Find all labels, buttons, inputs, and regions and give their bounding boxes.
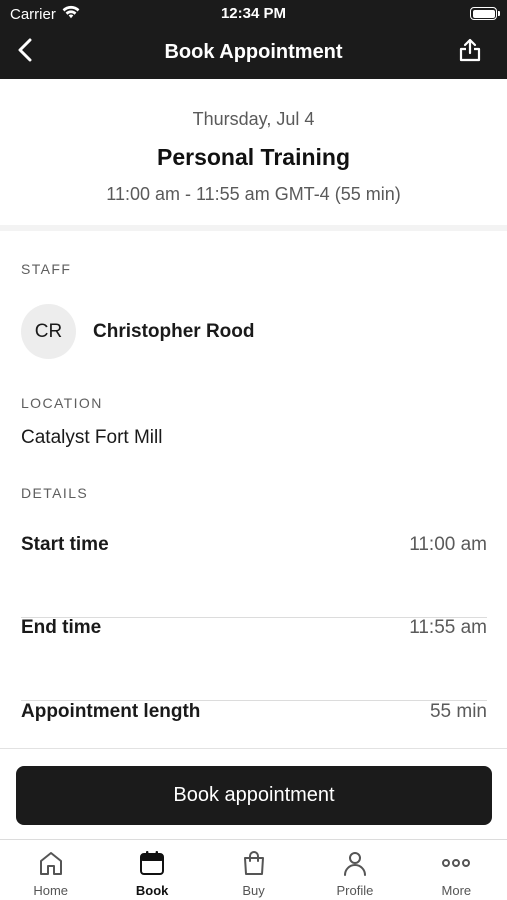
tab-label: Profile <box>336 883 374 898</box>
section-divider <box>0 225 507 231</box>
person-icon <box>340 848 370 878</box>
staff-section-label: STAFF <box>21 261 72 277</box>
detail-row-end-time: End time 11:55 am <box>21 617 487 701</box>
shopping-bag-icon <box>239 848 269 878</box>
more-dots-icon <box>441 848 471 878</box>
home-icon <box>36 848 66 878</box>
detail-label: Appointment length <box>21 701 201 722</box>
tab-book[interactable]: Book <box>101 840 202 900</box>
appointment-time-range: 11:00 am - 11:55 am GMT-4 (55 min) <box>106 184 401 204</box>
tab-profile[interactable]: Profile <box>304 840 405 900</box>
battery-icon <box>470 7 500 20</box>
tab-label: Book <box>135 883 169 898</box>
top-bar: Carrier 12:34 PM Book Appointment <box>0 0 507 79</box>
detail-label: End time <box>21 617 102 638</box>
calendar-icon <box>137 848 167 878</box>
share-button[interactable] <box>457 38 483 66</box>
details-section-label: DETAILS <box>21 485 89 501</box>
appointment-date: Thursday, Jul 4 <box>192 109 315 129</box>
book-appointment-button[interactable]: Book appointment <box>16 766 492 825</box>
tab-label: Buy <box>242 883 265 898</box>
location-section-label: LOCATION <box>21 395 103 411</box>
detail-value: 11:00 am <box>409 534 487 555</box>
detail-row-start-time: Start time 11:00 am <box>21 534 487 618</box>
service-name: Personal Training <box>157 144 350 170</box>
avatar: CR <box>21 304 76 359</box>
tab-more[interactable]: More <box>406 840 507 900</box>
appointment-summary: Thursday, Jul 4 Personal Training 11:00 … <box>0 79 507 228</box>
page-title: Book Appointment <box>164 41 343 63</box>
detail-label: Start time <box>21 534 109 555</box>
detail-value: 11:55 am <box>409 617 487 638</box>
book-appointment-screen: Carrier 12:34 PM Book Appointment Thursd… <box>0 0 507 900</box>
tab-label: More <box>441 883 472 898</box>
staff-name: Christopher Rood <box>93 321 255 342</box>
tab-bar: Home Book Buy Profile More <box>0 839 507 900</box>
footer-divider <box>0 748 507 749</box>
tab-label: Home <box>33 883 69 898</box>
tab-home[interactable]: Home <box>0 840 101 900</box>
location-name: Catalyst Fort Mill <box>21 427 163 448</box>
share-icon <box>459 38 481 67</box>
avatar-initials: CR <box>34 320 63 342</box>
tab-buy[interactable]: Buy <box>203 840 304 900</box>
status-time: 12:34 PM <box>220 5 287 22</box>
detail-value: 55 min <box>429 701 487 722</box>
